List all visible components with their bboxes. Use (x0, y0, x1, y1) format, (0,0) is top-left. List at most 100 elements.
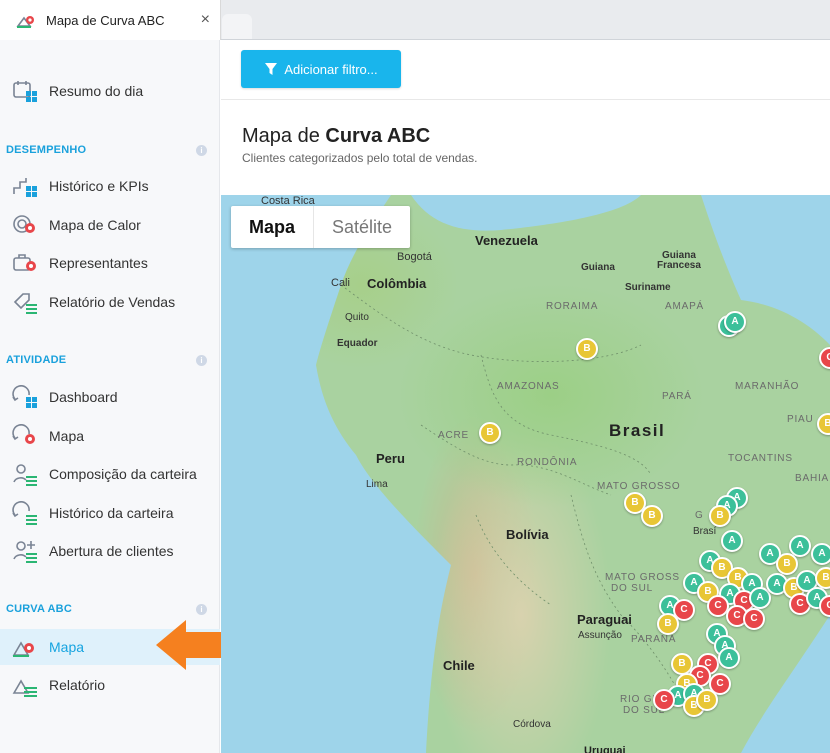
sidebar-item-historico-carteira[interactable]: Histórico da carteira (0, 495, 220, 531)
map-view[interactable]: Mapa Satélite Costa Rica Venezuela Bogot… (221, 195, 830, 753)
sidebar-item-abertura-clientes[interactable]: Abertura de clientes (0, 533, 220, 569)
map-label-chile: Chile (443, 658, 475, 673)
map-label-uruguai: Uruguai (584, 745, 626, 753)
sidebar-item-label: Mapa (49, 639, 85, 655)
sidebar-item-label: Mapa (49, 428, 85, 444)
map-label-goias: G (695, 510, 704, 521)
map-pin-class-b[interactable]: B (696, 689, 718, 711)
map-label-equador: Equador (337, 338, 378, 349)
kpi-chart-icon (12, 174, 38, 198)
map-pin-class-b[interactable]: B (641, 505, 663, 527)
ocean-shapes (221, 195, 830, 753)
tab-title: Mapa de Curva ABC (46, 12, 165, 28)
map-label-bolivia: Bolívia (506, 527, 549, 542)
map-pin-class-c[interactable]: C (743, 608, 765, 630)
sidebar-item-label: Mapa de Calor (49, 217, 141, 233)
sidebar-item-mapa-de-calor[interactable]: Mapa de Calor (0, 207, 220, 243)
map-label-guiana: Guiana (581, 262, 615, 273)
map-pin-class-a[interactable]: A (811, 543, 830, 565)
info-icon[interactable]: i (196, 604, 207, 615)
map-label-cordova: Córdova (513, 719, 551, 730)
sidebar-item-resumo-do-dia[interactable]: Resumo do dia (0, 73, 220, 109)
filter-icon (265, 63, 278, 75)
map-label-acre: ACRE (438, 430, 469, 441)
map-label-para: PARÁ (662, 391, 692, 402)
sidebar-item-label: Histórico da carteira (49, 505, 174, 521)
info-icon[interactable]: i (196, 355, 207, 366)
map-type-satellite-button[interactable]: Satélite (313, 206, 410, 248)
map-label-peru: Peru (376, 451, 405, 466)
map-label-roraima: RORAIMA (546, 301, 599, 312)
main-content: Adicionar filtro... Mapa de Curva ABC Cl… (221, 40, 830, 753)
map-label-bogota: Bogotá (397, 251, 432, 263)
map-pin-class-a[interactable]: A (718, 647, 740, 669)
map-type-map-button[interactable]: Mapa (231, 206, 313, 248)
map-label-venezuela: Venezuela (475, 233, 538, 248)
curva-abc-report-icon (12, 673, 38, 697)
map-pin-class-b[interactable]: B (657, 613, 679, 635)
curva-abc-map-icon (12, 635, 38, 659)
page-subtitle: Clientes categorizados pelo total de ven… (242, 151, 478, 165)
sidebar-item-relatorio-vendas[interactable]: Relatório de Vendas (0, 284, 220, 320)
sidebar-item-label: Histórico e KPIs (49, 178, 149, 194)
close-icon[interactable]: × (201, 12, 210, 28)
info-icon[interactable]: i (196, 145, 207, 156)
dashboard-icon (12, 385, 38, 409)
sidebar-item-representantes[interactable]: Representantes (0, 245, 220, 281)
map-label-brasil: Brasil (609, 421, 666, 440)
sidebar-item-mapa-atividade[interactable]: Mapa (0, 418, 220, 454)
map-type-toggle[interactable]: Mapa Satélite (231, 206, 411, 248)
briefcase-icon (12, 251, 38, 275)
section-title-curva-abc: CURVA ABC (6, 603, 72, 615)
map-pin-class-b[interactable]: B (776, 553, 798, 575)
section-title-desempenho: DESEMPENHO (6, 144, 87, 156)
map-pin-class-a[interactable]: A (721, 530, 743, 552)
curva-abc-map-icon (16, 16, 34, 28)
map-label-amazonas: AMAZONAS (497, 381, 560, 392)
sidebar-item-label: Abertura de clientes (49, 543, 174, 559)
filter-bar: Adicionar filtro... (221, 40, 830, 100)
map-pin-class-c[interactable]: C (653, 689, 675, 711)
sidebar-item-relatorio[interactable]: Relatório (0, 667, 220, 703)
heatmap-icon (12, 213, 38, 237)
map-pin-class-b[interactable]: B (576, 338, 598, 360)
sidebar-item-composicao-carteira[interactable]: Composição da carteira (0, 456, 220, 492)
sidebar-item-historico-kpis[interactable]: Histórico e KPIs (0, 168, 220, 204)
map-label-parana: PARANÁ (631, 634, 677, 645)
map-pin-class-b[interactable]: B (709, 505, 731, 527)
map-pin-history-icon (12, 424, 38, 448)
history-list-icon (12, 501, 38, 525)
new-tab[interactable] (222, 14, 252, 40)
page-title: Mapa de Curva ABC (242, 125, 431, 147)
map-label-francesa: Francesa (657, 260, 701, 271)
map-label-maranhao: MARANHÃO (735, 381, 800, 392)
map-label-colombia: Colômbia (367, 276, 427, 291)
section-title-atividade: ATIVIDADE (6, 354, 67, 366)
map-label-amapa: AMAPÁ (665, 301, 705, 312)
map-label-suriname: Suriname (625, 282, 671, 293)
map-label-tocantins: TOCANTINS (728, 453, 793, 464)
map-label-costa-rica: Costa Rica (261, 195, 315, 207)
map-label-bahia: BAHIA (795, 473, 830, 484)
sidebar-item-label: Representantes (49, 255, 148, 271)
add-filter-label: Adicionar filtro... (284, 61, 378, 77)
map-label-cali: Cali (331, 277, 350, 289)
tab-curva-abc[interactable]: Mapa de Curva ABC × (0, 0, 221, 40)
map-pin-class-a[interactable]: A (724, 311, 746, 333)
add-user-icon (12, 539, 38, 563)
map-pin-class-b[interactable]: B (479, 422, 501, 444)
map-label-lima: Lima (366, 479, 388, 490)
add-filter-button[interactable]: Adicionar filtro... (241, 50, 401, 88)
sidebar-item-label: Resumo do dia (49, 83, 144, 99)
map-label-piaui: PIAU (787, 414, 814, 425)
map-label-assuncao: Assunção (578, 630, 622, 641)
user-list-icon (12, 462, 38, 486)
map-label-quito: Quito (345, 312, 369, 323)
map-label-rondonia: RONDÔNIA (517, 457, 578, 468)
map-label-ms-do-sul: DO SUL (611, 583, 654, 594)
sidebar-item-dashboard[interactable]: Dashboard (0, 379, 220, 415)
calendar-icon (12, 79, 38, 103)
map-pin-class-b[interactable]: B (815, 567, 830, 589)
sidebar-item-label: Dashboard (49, 389, 118, 405)
map-label-paraguai: Paraguai (577, 612, 632, 627)
